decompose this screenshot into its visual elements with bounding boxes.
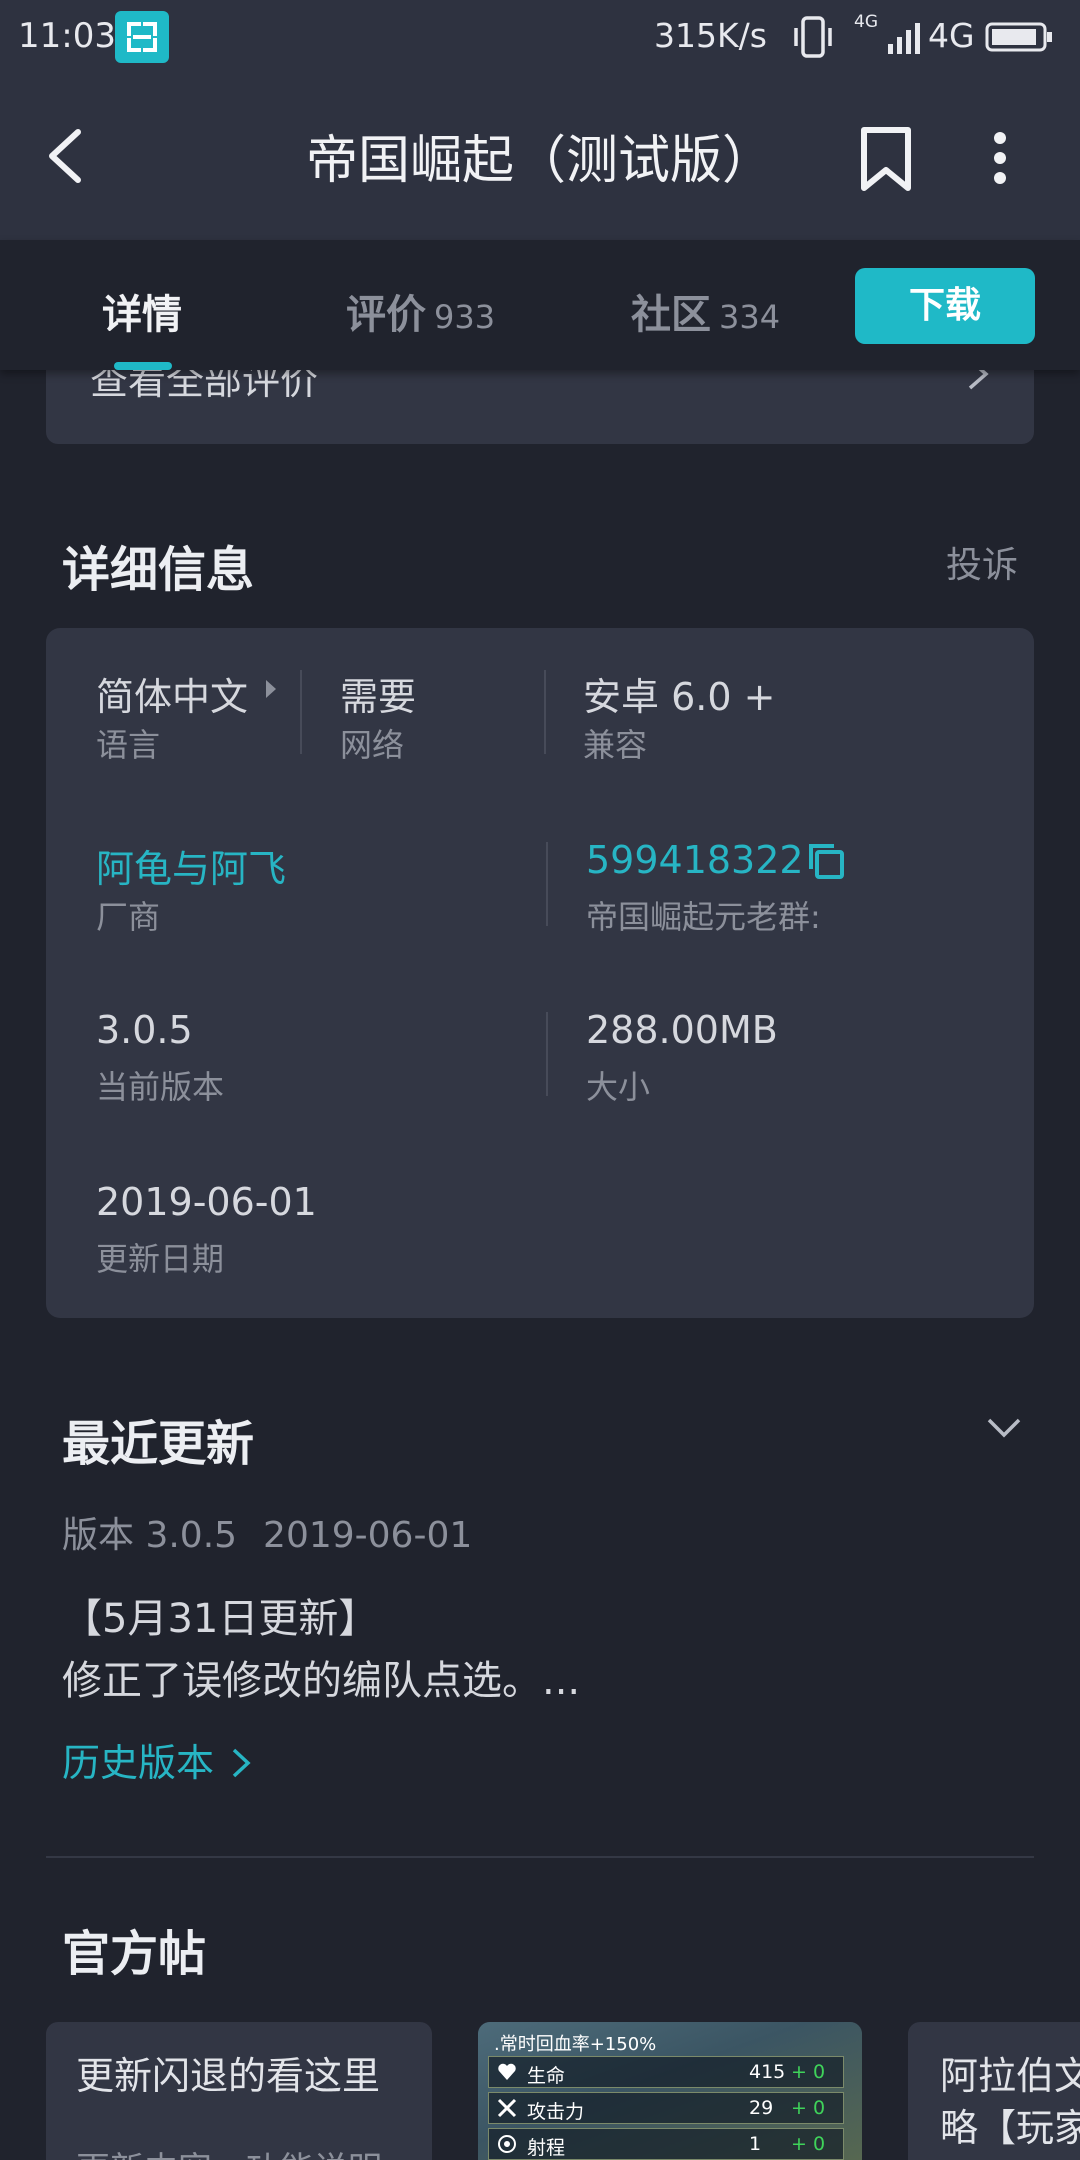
group-number[interactable]: 599418322 [586, 838, 804, 882]
chevron-down-icon[interactable] [986, 1416, 1022, 1440]
size-label: 大小 [586, 1068, 651, 1106]
stat-row: 生命 415 + 0 [488, 2056, 844, 2088]
network-type: 4G [928, 16, 975, 55]
stat-value: 29 [749, 2097, 774, 2119]
compatibility-value: 安卓 6.0 + [583, 675, 776, 719]
group-label: 帝国崛起元老群: [586, 898, 821, 936]
divider [544, 670, 546, 754]
vendor-link[interactable]: 阿龟与阿飞 [96, 838, 286, 893]
tab-reviews-label: 评价 [346, 292, 426, 338]
update-date: 2019-06-01 [263, 1515, 473, 1556]
stat-row: 攻击力 29 + 0 [488, 2092, 844, 2124]
stat-bonus: + 0 [791, 2097, 826, 2119]
bookmark-icon[interactable] [856, 126, 916, 192]
stat-value: 1 [749, 2133, 762, 2155]
download-button[interactable]: 下载 [855, 268, 1035, 344]
active-tab-indicator [114, 362, 172, 370]
divider [546, 842, 548, 926]
update-version-line: 版本 3.0.5 2019-06-01 [62, 1506, 472, 1558]
recent-update-title: 最近更新 [62, 1416, 255, 1472]
stat-bonus: + 0 [791, 2061, 826, 2083]
stat-bonus: + 0 [791, 2133, 826, 2155]
signal-type-label: 4G [854, 12, 878, 32]
tab-bar: 详情 评价 933 社区 334 下载 [0, 240, 1080, 370]
vibrate-icon [794, 16, 832, 58]
stat-value: 415 [749, 2061, 786, 2083]
more-options-icon[interactable] [982, 130, 1018, 186]
size-value: 288.00MB [586, 1008, 778, 1052]
tab-community-label: 社区 [631, 292, 711, 338]
stat-name: 攻击力 [527, 2101, 585, 2123]
network-label: 网络 [340, 726, 405, 764]
stat-name: 射程 [527, 2137, 566, 2159]
signal-strength-icon [888, 23, 920, 54]
language-value[interactable]: 简体中文 [96, 666, 248, 721]
stat-row: 射程 1 + 0 [488, 2128, 844, 2160]
version-label: 当前版本 [96, 1068, 225, 1106]
screenshot-header-text: .常时回血率+150% [494, 2034, 657, 2055]
tab-details-label: 详情 [102, 292, 182, 338]
post-title: 阿拉伯文 略【玩家 [940, 2054, 1080, 2150]
network-value: 需要 [340, 675, 417, 719]
divider [546, 1012, 548, 1096]
tab-reviews[interactable]: 评价 933 [346, 282, 495, 340]
page-title: 帝国崛起（测试版） [305, 131, 774, 191]
app-header: 帝国崛起（测试版） [0, 74, 1080, 240]
official-post-image-card[interactable]: .常时回血率+150% 生命 415 + 0 攻击力 29 + 0 射程 1 +… [478, 2022, 862, 2160]
official-post-card[interactable]: 阿拉伯文 略【玩家 [908, 2022, 1080, 2160]
tab-reviews-count: 933 [434, 298, 496, 336]
official-post-card[interactable]: 更新闪退的看这里 更新内容、功能说明 [46, 2022, 432, 2160]
post-screenshot: .常时回血率+150% 生命 415 + 0 攻击力 29 + 0 射程 1 +… [478, 2022, 862, 2160]
heart-icon [498, 2063, 516, 2080]
chevron-right-icon [232, 1748, 251, 1778]
update-version: 版本 3.0.5 [62, 1515, 238, 1556]
section-divider [46, 1856, 1034, 1858]
history-versions-label: 历史版本 [62, 1741, 215, 1785]
post-title: 更新闪退的看这里 [76, 2054, 381, 2098]
vendor-label: 厂商 [96, 898, 161, 936]
stat-name: 生命 [527, 2065, 566, 2087]
details-section-title: 详细信息 [62, 542, 255, 598]
language-label: 语言 [96, 726, 161, 764]
language-arrow-icon [266, 680, 276, 698]
official-posts-title: 官方帖 [62, 1926, 207, 1982]
complain-link[interactable]: 投诉 [946, 536, 1018, 588]
compatibility-label: 兼容 [583, 726, 648, 764]
tab-community[interactable]: 社区 334 [631, 282, 780, 340]
update-date-label: 更新日期 [96, 1240, 225, 1278]
post-subtitle: 更新内容、功能说明 [76, 2142, 382, 2160]
network-speed: 315K/s [654, 16, 767, 55]
battery-icon [985, 22, 1052, 52]
tab-details[interactable]: 详情 [102, 282, 182, 340]
details-card: 简体中文 语言 需要 网络 安卓 6.0 + 兼容 阿龟与阿飞 厂商 59941… [46, 628, 1034, 1318]
update-notes-title: 【5月31日更新】 [62, 1596, 379, 1642]
divider [300, 670, 302, 754]
version-value: 3.0.5 [96, 1008, 193, 1052]
update-date-value: 2019-06-01 [96, 1180, 317, 1224]
screenshot-app-icon [115, 11, 169, 63]
history-versions-link[interactable]: 历史版本 [62, 1732, 252, 1787]
update-notes-body: 修正了误修改的编队点选。... [62, 1658, 581, 1704]
tab-community-count: 334 [719, 298, 781, 336]
swords-icon [497, 2098, 517, 2118]
status-bar: 11:03 315K/s 4G 4G [0, 0, 1080, 74]
status-time: 11:03 [18, 16, 116, 56]
target-icon [498, 2135, 516, 2153]
copy-icon[interactable] [806, 841, 846, 881]
